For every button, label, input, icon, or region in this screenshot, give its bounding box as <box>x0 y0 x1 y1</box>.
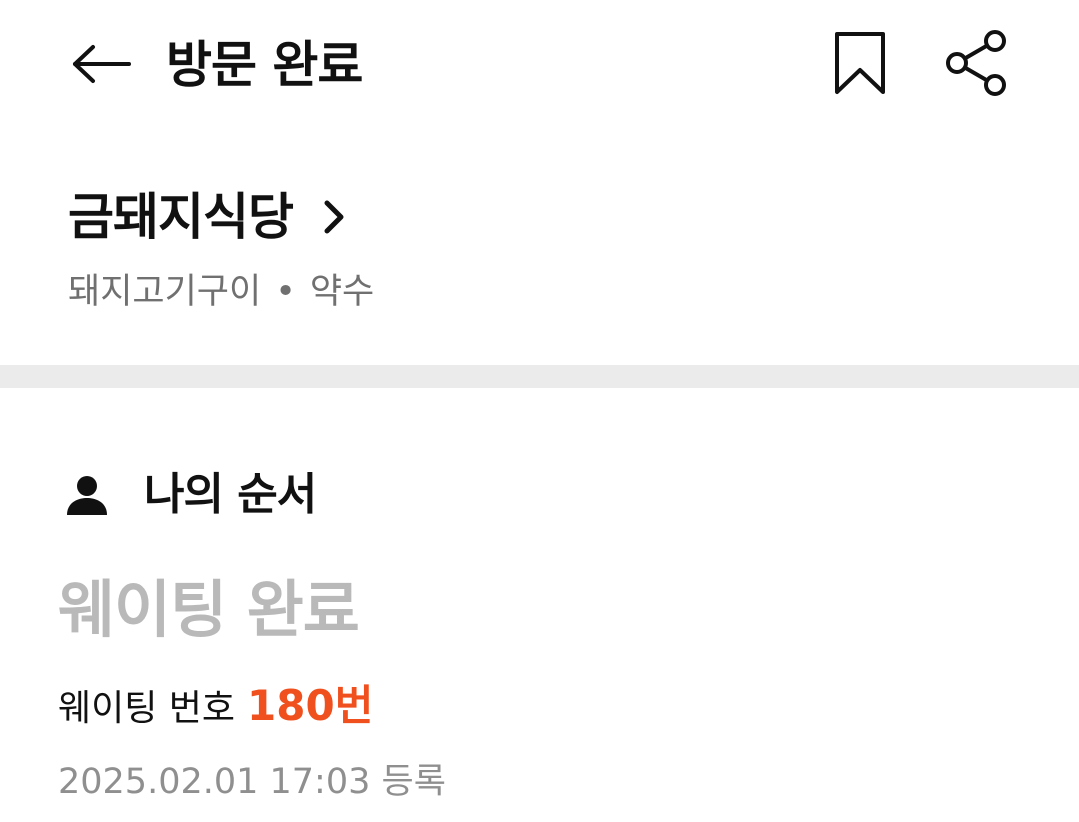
person-icon <box>64 472 110 518</box>
back-button[interactable] <box>62 34 142 98</box>
my-order-section: 나의 순서 웨이팅 완료 웨이팅 번호 180번 2025.02.01 17:0… <box>0 388 1079 822</box>
store-category: 돼지고기구이 <box>68 272 262 312</box>
share-button[interactable] <box>934 26 1018 104</box>
share-icon <box>943 28 1009 102</box>
bookmark-button[interactable] <box>824 26 896 104</box>
meta-separator: • <box>275 272 296 312</box>
store-name: 금돼지식당 <box>68 188 294 246</box>
my-order-header: 나의 순서 <box>64 462 317 528</box>
store-location: 약수 <box>309 272 375 312</box>
arrow-left-icon <box>71 44 133 88</box>
top-app-bar: 방문 완료 <box>0 0 1079 130</box>
page-title: 방문 완료 <box>166 36 363 94</box>
my-order-title: 나의 순서 <box>144 469 317 520</box>
waiting-number-row: 웨이팅 번호 180번 <box>58 678 373 737</box>
store-name-link[interactable]: 금돼지식당 <box>68 178 345 256</box>
registered-timestamp: 2025.02.01 17:03 등록 <box>58 762 446 802</box>
section-divider <box>0 365 1079 388</box>
waiting-number-label: 웨이팅 번호 <box>58 688 236 729</box>
waiting-status: 웨이팅 완료 <box>58 573 360 646</box>
bookmark-icon <box>833 30 887 100</box>
chevron-right-icon <box>323 199 345 235</box>
waiting-number-value: 180번 <box>247 681 374 730</box>
store-info: 금돼지식당 돼지고기구이 • 약수 <box>0 170 1079 360</box>
store-meta: 돼지고기구이 • 약수 <box>68 266 374 318</box>
